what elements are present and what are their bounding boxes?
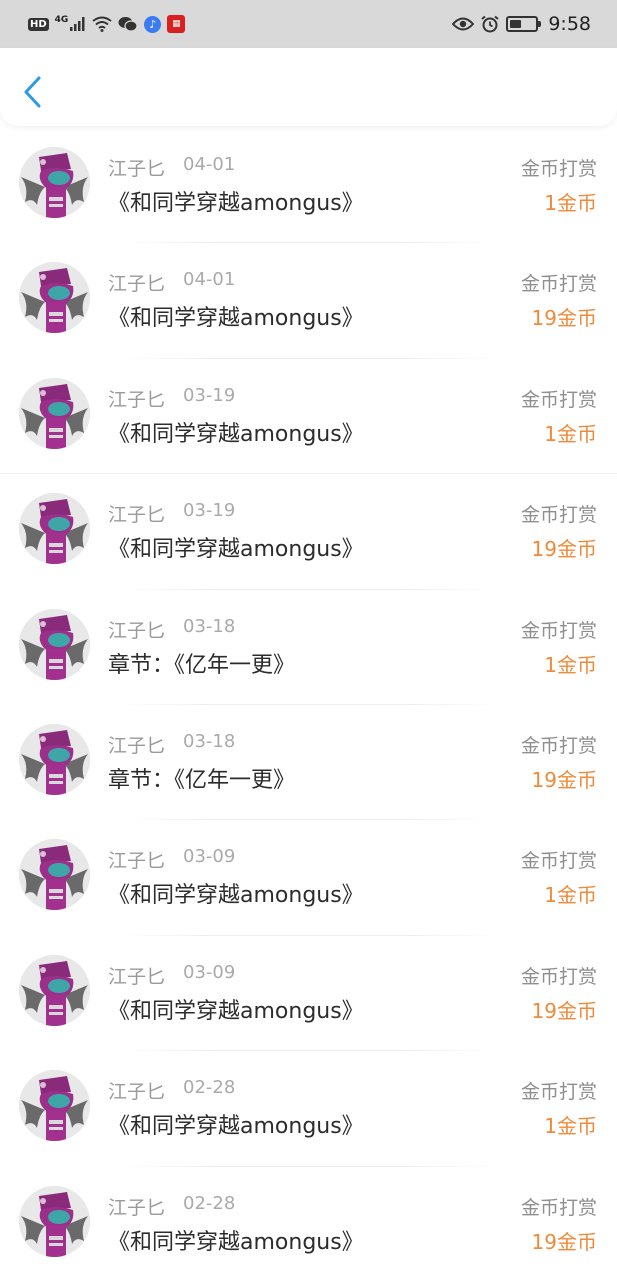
record-date: 02-28 [183,1192,236,1214]
status-bar-right: 9:58 [452,13,591,35]
record-type: 金币打赏 [520,965,597,988]
record-title: 《和同学穿越amongus》 [108,306,364,332]
wifi-icon [92,16,112,32]
record-type: 金币打赏 [520,273,597,296]
record-title: 《和同学穿越amongus》 [108,421,364,447]
username: 江子匕 [108,504,166,527]
avatar[interactable] [19,377,90,449]
record-amount: 19金币 [531,767,597,792]
record-meta: 江子匕 03-09 [108,962,235,989]
eye-icon [452,17,475,31]
record-type: 金币打赏 [520,158,597,180]
record-meta: 江子匕 04-01 [108,154,235,181]
record-amount: 1金币 [544,191,597,215]
record-type: 金币打赏 [520,1081,597,1104]
hd-icon: HD [28,17,49,31]
app-icon: ▦ [167,15,186,33]
record-date: 03-09 [183,846,236,868]
record-meta: 江子匕 02-28 [108,1193,235,1220]
record-amount: 19金币 [531,537,597,562]
username: 江子匕 [108,1081,166,1104]
avatar[interactable] [19,493,90,565]
username: 江子匕 [108,388,166,411]
avatar[interactable] [19,262,90,334]
record-meta: 江子匕 02-28 [108,1077,235,1104]
record-type: 金币打赏 [520,734,597,757]
record-meta: 江子匕 03-18 [108,731,235,758]
record-meta: 江子匕 03-19 [108,500,235,527]
record-date: 04-01 [183,269,236,291]
list-item[interactable]: 江子匕 03-19 《和同学穿越amongus》 金币打赏 19金币 [0,474,617,590]
music-icon: ♪ [144,15,162,33]
list-item[interactable]: 江子匕 04-01 《和同学穿越amongus》 金币打赏 1金币 [0,128,617,244]
record-type: 金币打赏 [520,1196,597,1219]
list-item[interactable]: 江子匕 04-01 《和同学穿越amongus》 金币打赏 19金币 [0,243,617,359]
username: 江子匕 [108,619,166,642]
record-title: 《和同学穿越amongus》 [108,537,364,563]
back-button[interactable] [18,74,48,110]
avatar[interactable] [19,608,90,680]
record-amount: 19金币 [531,306,597,331]
list-item[interactable]: 江子匕 03-19 《和同学穿越amongus》 金币打赏 1金币 [0,359,617,475]
list-item[interactable]: 江子匕 03-18 章节：《亿年一更》 金币打赏 1金币 [0,590,617,705]
record-title: 《和同学穿越amongus》 [108,191,364,216]
avatar[interactable] [19,1070,90,1142]
username: 江子匕 [108,965,166,988]
username: 江子匕 [108,158,166,180]
avatar[interactable] [19,839,90,911]
record-date: 03-19 [183,500,236,522]
avatar[interactable] [19,723,90,795]
record-type: 金币打赏 [520,504,597,527]
clock: 9:58 [548,13,591,35]
record-amount: 1金币 [544,883,597,908]
chevron-left-icon [24,76,41,108]
record-date: 04-01 [183,154,236,175]
avatar[interactable] [19,147,90,218]
username: 江子匕 [108,734,166,757]
status-bar: HD 4G ♪ ▦ 9:58 [0,0,617,48]
list-item[interactable]: 江子匕 03-09 《和同学穿越amongus》 金币打赏 1金币 [0,820,617,936]
wechat-icon [118,16,138,32]
record-title: 《和同学穿越amongus》 [108,1229,364,1255]
record-date: 03-18 [183,730,236,752]
record-amount: 1金币 [544,652,597,677]
record-type: 金币打赏 [520,850,597,873]
record-amount: 19金币 [531,998,597,1023]
avatar[interactable] [19,954,90,1026]
record-title: 《和同学穿越amongus》 [108,998,364,1024]
record-meta: 江子匕 03-18 [108,616,235,643]
status-bar-left: HD 4G ♪ ▦ [28,15,186,33]
record-amount: 19金币 [531,1229,597,1254]
record-meta: 江子匕 03-09 [108,846,235,873]
record-meta: 江子匕 03-19 [108,385,235,412]
record-date: 03-09 [183,961,236,983]
record-type: 金币打赏 [520,619,597,642]
signal-icon [70,17,86,31]
record-title: 章节：《亿年一更》 [108,652,296,678]
record-date: 03-19 [183,384,236,406]
record-title: 《和同学穿越amongus》 [108,883,364,909]
alarm-icon [480,15,500,33]
record-type: 金币打赏 [520,388,597,411]
username: 江子匕 [108,1196,166,1219]
top-nav [0,48,617,126]
username: 江子匕 [108,850,166,873]
record-title: 章节：《亿年一更》 [108,767,296,793]
record-date: 03-18 [183,615,236,637]
list-item[interactable]: 江子匕 02-28 《和同学穿越amongus》 金币打赏 1金币 [0,1051,617,1167]
record-title: 《和同学穿越amongus》 [108,1114,364,1140]
username: 江子匕 [108,273,166,296]
record-amount: 1金币 [544,1114,597,1139]
battery-icon [506,16,542,32]
list-item[interactable]: 江子匕 02-28 《和同学穿越amongus》 金币打赏 19金币 [0,1167,617,1280]
network-type: 4G [54,15,69,25]
record-amount: 1金币 [544,421,597,446]
record-meta: 江子匕 04-01 [108,269,235,296]
avatar[interactable] [19,1185,90,1257]
reward-list: 江子匕 04-01 《和同学穿越amongus》 金币打赏 1金币 江子匕 04… [0,128,617,1280]
record-date: 02-28 [183,1077,236,1099]
list-item[interactable]: 江子匕 03-18 章节：《亿年一更》 金币打赏 19金币 [0,705,617,821]
list-item[interactable]: 江子匕 03-09 《和同学穿越amongus》 金币打赏 19金币 [0,936,617,1052]
